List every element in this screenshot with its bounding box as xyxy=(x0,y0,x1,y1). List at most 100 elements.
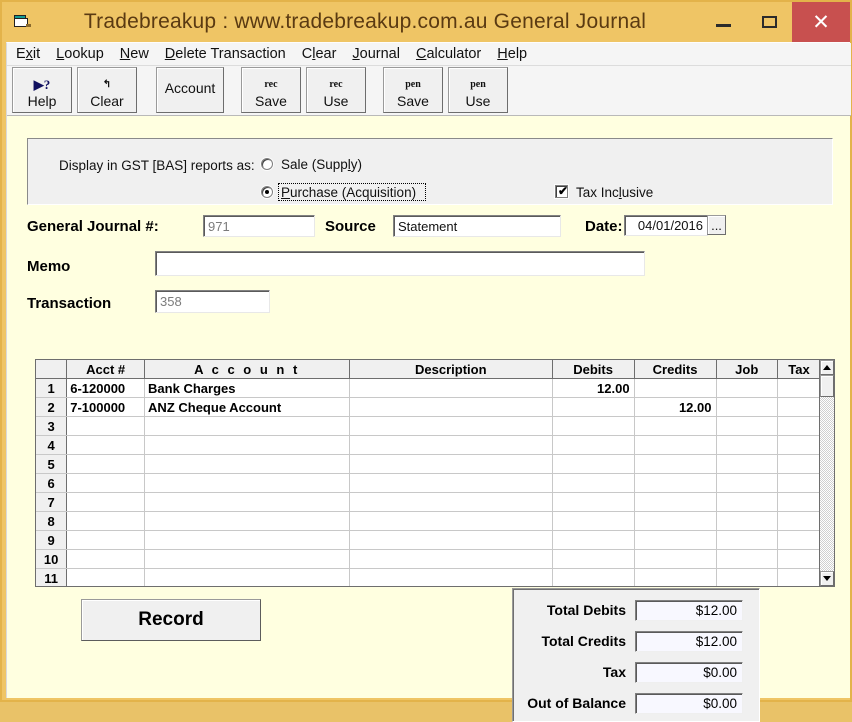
scroll-down-button[interactable] xyxy=(820,571,834,586)
cell-description[interactable] xyxy=(349,549,553,569)
column-header-rownum[interactable] xyxy=(36,360,68,379)
cell-acct-number[interactable] xyxy=(66,454,146,474)
cell-description[interactable] xyxy=(349,416,553,436)
cell-credits[interactable] xyxy=(634,473,717,493)
cell-account[interactable] xyxy=(144,454,350,474)
cell-credits[interactable] xyxy=(634,416,717,436)
toolbar-recurring-save-button[interactable]: rec Save xyxy=(241,67,301,113)
scrollbar-track[interactable] xyxy=(820,397,834,571)
cell-account[interactable] xyxy=(144,568,350,586)
column-header-debits[interactable]: Debits xyxy=(552,360,635,379)
source-input[interactable]: Statement xyxy=(393,215,561,237)
cell-tax[interactable] xyxy=(777,378,822,398)
cell-job[interactable] xyxy=(716,549,778,569)
cell-acct-number[interactable] xyxy=(66,511,146,531)
cell-debits[interactable] xyxy=(552,530,635,550)
cell-acct-number[interactable] xyxy=(66,416,146,436)
toolbar-clear-button[interactable]: ↰ Clear xyxy=(77,67,137,113)
table-row[interactable]: 3 xyxy=(36,416,822,436)
cell-job[interactable] xyxy=(716,454,778,474)
cell-account[interactable] xyxy=(144,492,350,512)
grid-vertical-scrollbar[interactable] xyxy=(819,360,834,586)
cell-credits[interactable] xyxy=(634,435,717,455)
cell-debits[interactable] xyxy=(552,568,635,586)
menu-item-lookup[interactable]: Lookup xyxy=(56,46,104,62)
radio-sale-supply[interactable] xyxy=(261,158,273,170)
menu-item-delete-transaction[interactable]: Delete Transaction xyxy=(165,46,286,62)
cell-acct-number[interactable] xyxy=(66,492,146,512)
cell-account[interactable] xyxy=(144,549,350,569)
scroll-up-button[interactable] xyxy=(820,360,834,375)
record-button[interactable]: Record xyxy=(81,599,261,641)
cell-tax[interactable] xyxy=(777,549,822,569)
toolbar-help-button[interactable]: ▶? Help xyxy=(12,67,72,113)
cell-tax[interactable] xyxy=(777,511,822,531)
checkbox-tax-inclusive[interactable]: ✔ xyxy=(555,185,568,198)
cell-description[interactable] xyxy=(349,492,553,512)
row-number[interactable]: 4 xyxy=(36,435,68,455)
cell-acct-number[interactable] xyxy=(66,549,146,569)
cell-acct-number[interactable] xyxy=(66,568,146,586)
cell-credits[interactable] xyxy=(634,568,717,586)
cell-tax[interactable] xyxy=(777,492,822,512)
cell-debits[interactable] xyxy=(552,435,635,455)
row-number[interactable]: 7 xyxy=(36,492,68,512)
cell-debits[interactable] xyxy=(552,473,635,493)
table-row[interactable]: 4 xyxy=(36,435,822,455)
cell-credits[interactable] xyxy=(634,454,717,474)
cell-credits[interactable] xyxy=(634,530,717,550)
cell-description[interactable] xyxy=(349,511,553,531)
cell-account[interactable] xyxy=(144,435,350,455)
radio-purchase-acquisition[interactable] xyxy=(261,186,273,198)
table-row[interactable]: 7 xyxy=(36,492,822,512)
row-number[interactable]: 10 xyxy=(36,549,68,569)
menu-item-calculator[interactable]: Calculator xyxy=(416,46,481,62)
row-number[interactable]: 2 xyxy=(36,397,68,417)
maximize-button[interactable] xyxy=(746,2,792,42)
toolbar-recurring-use-button[interactable]: rec Use xyxy=(306,67,366,113)
cell-account[interactable]: ANZ Cheque Account xyxy=(144,397,350,417)
table-row[interactable]: 9 xyxy=(36,530,822,550)
cell-acct-number[interactable] xyxy=(66,473,146,493)
cell-account[interactable] xyxy=(144,473,350,493)
cell-acct-number[interactable]: 7-100000 xyxy=(66,397,146,417)
cell-tax[interactable] xyxy=(777,473,822,493)
cell-credits[interactable]: 12.00 xyxy=(634,397,717,417)
cell-description[interactable] xyxy=(349,378,553,398)
table-row[interactable]: 8 xyxy=(36,511,822,531)
cell-job[interactable] xyxy=(716,492,778,512)
row-number[interactable]: 9 xyxy=(36,530,68,550)
general-journal-number-input[interactable]: 971 xyxy=(203,215,315,237)
row-number[interactable]: 5 xyxy=(36,454,68,474)
cell-credits[interactable] xyxy=(634,511,717,531)
table-row[interactable]: 11 xyxy=(36,568,822,586)
cell-credits[interactable] xyxy=(634,549,717,569)
cell-description[interactable] xyxy=(349,454,553,474)
cell-debits[interactable] xyxy=(552,492,635,512)
journal-entry-grid[interactable]: Acct # A c c o u n t Description Debits … xyxy=(35,359,835,587)
row-number[interactable]: 6 xyxy=(36,473,68,493)
column-header-acct-number[interactable]: Acct # xyxy=(66,360,146,379)
cell-debits[interactable] xyxy=(552,549,635,569)
cell-account[interactable] xyxy=(144,530,350,550)
date-picker-button[interactable]: ... xyxy=(707,215,726,235)
table-row[interactable]: 2 7-100000 ANZ Cheque Account 12.00 xyxy=(36,397,822,417)
cell-debits[interactable] xyxy=(552,397,635,417)
cell-tax[interactable] xyxy=(777,530,822,550)
cell-description[interactable] xyxy=(349,473,553,493)
menu-item-journal[interactable]: Journal xyxy=(352,46,400,62)
cell-tax[interactable] xyxy=(777,568,822,586)
cell-debits[interactable] xyxy=(552,511,635,531)
row-number[interactable]: 3 xyxy=(36,416,68,436)
cell-tax[interactable] xyxy=(777,416,822,436)
cell-debits[interactable]: 12.00 xyxy=(552,378,635,398)
table-row[interactable]: 10 xyxy=(36,549,822,569)
cell-description[interactable] xyxy=(349,568,553,586)
cell-acct-number[interactable] xyxy=(66,530,146,550)
cell-credits[interactable] xyxy=(634,492,717,512)
cell-account[interactable] xyxy=(144,416,350,436)
cell-job[interactable] xyxy=(716,416,778,436)
transaction-input[interactable]: 358 xyxy=(155,290,270,313)
minimize-button[interactable] xyxy=(700,2,746,42)
column-header-job[interactable]: Job xyxy=(716,360,778,379)
